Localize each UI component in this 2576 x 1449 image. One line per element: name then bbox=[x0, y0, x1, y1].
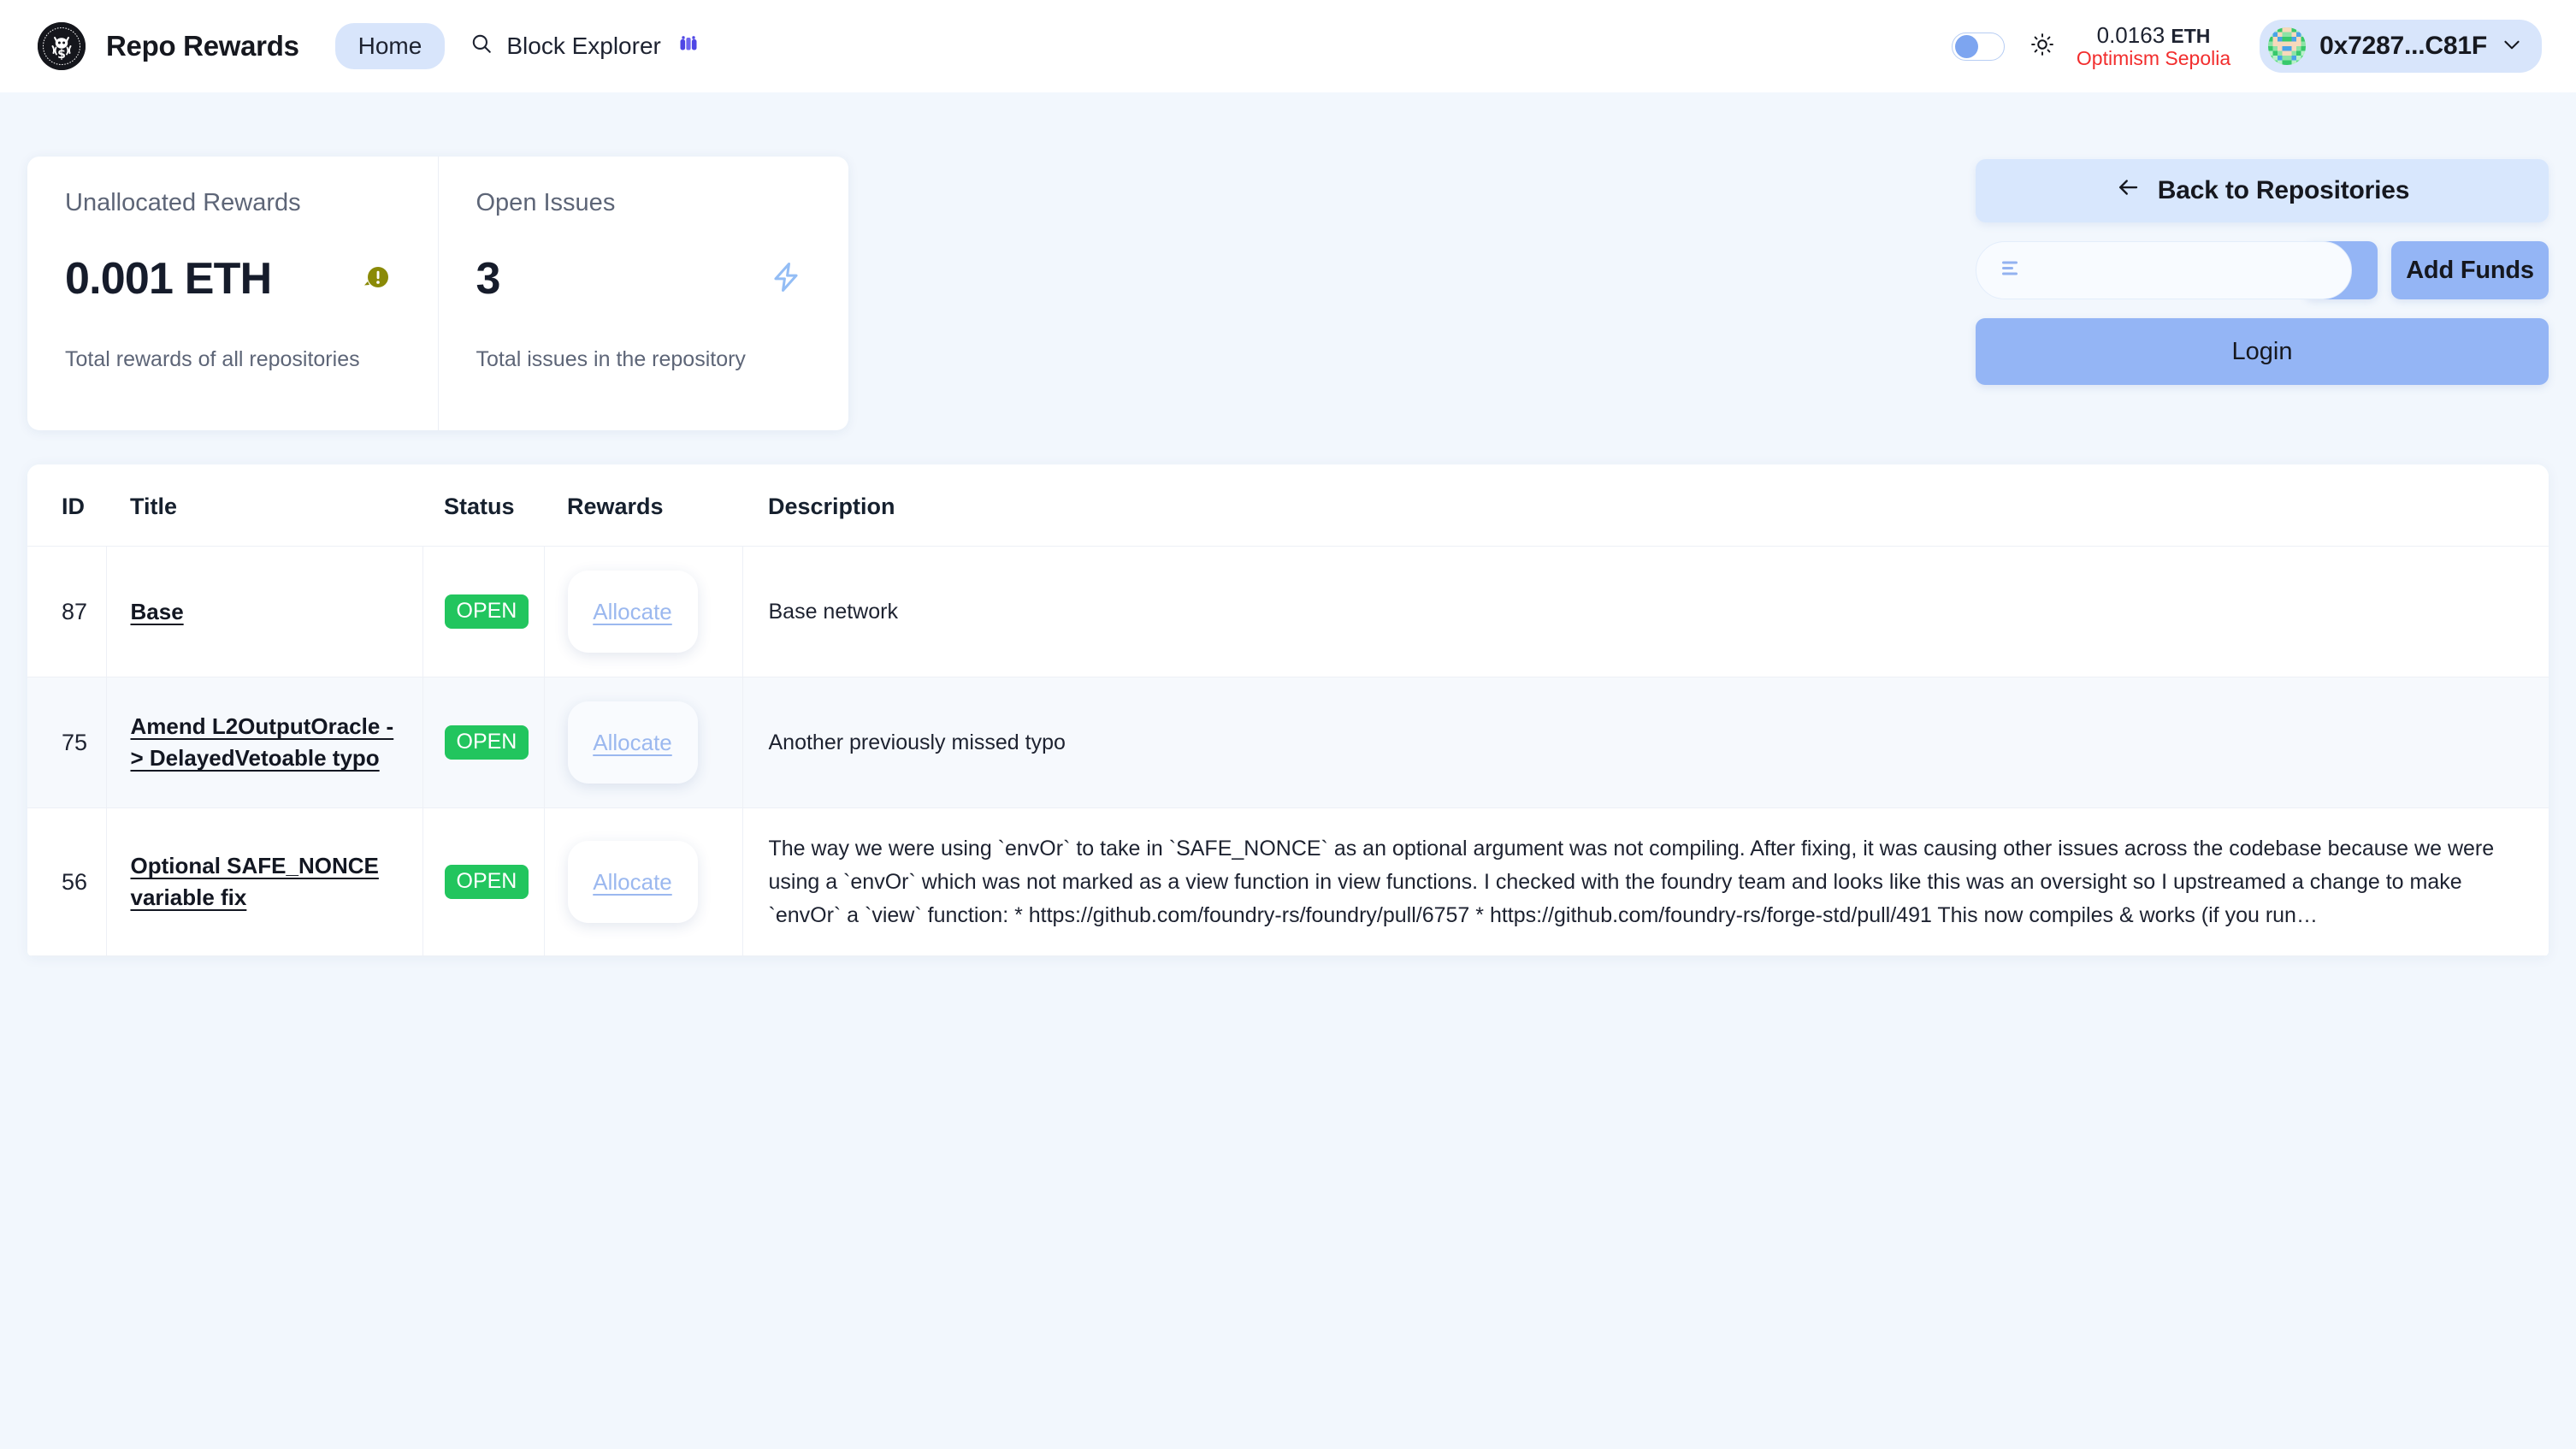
cell-status: OPEN bbox=[422, 677, 545, 808]
theme-toggle[interactable] bbox=[1951, 32, 2005, 61]
stat-open-issues: Open Issues 3 Total issues in the reposi… bbox=[437, 157, 849, 430]
cell-id: 75 bbox=[27, 677, 107, 808]
cell-title: Amend L2OutputOracle -> DelayedVetoable … bbox=[106, 677, 423, 808]
nav-item-block-explorer-label: Block Explorer bbox=[506, 33, 661, 59]
stat-value-row: 3 bbox=[476, 253, 812, 305]
app-header: $ Repo Rewards Home Block Explorer 0.016… bbox=[0, 0, 2576, 92]
balance-amount: 0.0163 bbox=[2096, 21, 2165, 48]
action-panel: Back to Repositories Add Funds Login bbox=[1976, 157, 2549, 385]
login-button[interactable]: Login bbox=[1976, 318, 2549, 385]
network-name: Optimism Sepolia bbox=[2076, 46, 2231, 69]
stat-label: Unallocated Rewards bbox=[65, 189, 301, 216]
balance-unit: ETH bbox=[2171, 24, 2211, 47]
alert-circle-icon bbox=[363, 263, 392, 296]
cell-title: Base bbox=[106, 546, 423, 677]
stats-card: Unallocated Rewards 0.001 ETH Total rewa… bbox=[27, 157, 848, 430]
cell-title: Optional SAFE_NONCE variable fix bbox=[106, 807, 423, 956]
allocate-button[interactable]: Allocate bbox=[567, 571, 698, 653]
column-header-rewards: Rewards bbox=[544, 464, 742, 547]
stat-unallocated-rewards: Unallocated Rewards 0.001 ETH Total rewa… bbox=[27, 157, 438, 430]
chevron-down-icon bbox=[2501, 33, 2523, 60]
cell-id: 56 bbox=[27, 807, 107, 956]
table-header-row: ID Title Status Rewards Description bbox=[27, 464, 2549, 547]
column-header-id: ID bbox=[27, 464, 106, 547]
binoculars-icon bbox=[678, 33, 699, 60]
allocate-button[interactable]: Allocate bbox=[567, 701, 698, 784]
issues-table: ID Title Status Rewards Description 87 B… bbox=[27, 464, 2549, 957]
issue-title-link[interactable]: Amend L2OutputOracle -> DelayedVetoable … bbox=[131, 713, 394, 771]
account-address: 0x7287...C81F bbox=[2319, 32, 2487, 60]
add-funds-button[interactable]: Add Funds bbox=[2391, 241, 2549, 299]
brand-title: Repo Rewards bbox=[106, 30, 299, 62]
column-header-description: Description bbox=[742, 464, 2549, 547]
identicon-avatar bbox=[2268, 27, 2307, 65]
amount-input-field[interactable] bbox=[2006, 257, 2351, 284]
allocate-button-label: Allocate bbox=[593, 598, 672, 624]
cell-description: The way we were using `envOr` to take in… bbox=[768, 837, 2495, 927]
theme-toggle-knob bbox=[1954, 34, 1978, 58]
cell-description: Another previously missed typo bbox=[768, 730, 1066, 754]
nav-item-block-explorer[interactable]: Block Explorer bbox=[453, 21, 716, 72]
table-row: 87 Base OPEN Allocate Base network bbox=[27, 546, 2549, 677]
balance-amount-row: 0.0163 ETH bbox=[2096, 21, 2211, 48]
column-header-status: Status bbox=[422, 464, 544, 547]
allocate-button-label: Allocate bbox=[593, 868, 672, 895]
status-badge: OPEN bbox=[444, 725, 529, 760]
arrow-left-icon bbox=[2115, 174, 2141, 207]
add-funds-row: Add Funds bbox=[1976, 241, 2549, 299]
sun-icon[interactable] bbox=[2030, 33, 2054, 61]
column-header-title: Title bbox=[106, 464, 422, 547]
brand[interactable]: $ Repo Rewards bbox=[38, 22, 299, 70]
table-row: 56 Optional SAFE_NONCE variable fix OPEN… bbox=[27, 807, 2549, 956]
repo-rewards-octocat-logo: $ bbox=[38, 22, 86, 70]
cell-rewards: Allocate bbox=[544, 546, 743, 677]
cell-id: 87 bbox=[27, 546, 107, 677]
stat-value-row: 0.001 ETH bbox=[65, 253, 400, 305]
status-badge: OPEN bbox=[444, 594, 529, 629]
table-row: 75 Amend L2OutputOracle -> DelayedVetoab… bbox=[27, 677, 2549, 808]
issue-title-link[interactable]: Optional SAFE_NONCE variable fix bbox=[131, 853, 379, 910]
header-right: 0.0163 ETH Optimism Sepolia 0x7287...C81… bbox=[1951, 20, 2542, 73]
nav-item-home[interactable]: Home bbox=[334, 23, 446, 69]
allocate-button[interactable]: Allocate bbox=[567, 841, 698, 924]
stat-label: Open Issues bbox=[476, 189, 616, 216]
cell-rewards: Allocate bbox=[544, 807, 743, 956]
stat-sub: Total rewards of all repositories bbox=[65, 347, 360, 371]
svg-text:$: $ bbox=[57, 48, 66, 62]
main-nav: Home Block Explorer bbox=[334, 21, 716, 72]
amount-input[interactable] bbox=[1976, 241, 2352, 299]
cell-rewards: Allocate bbox=[544, 677, 743, 808]
page-content: Unallocated Rewards 0.001 ETH Total rewa… bbox=[0, 92, 2576, 957]
cell-description: Base network bbox=[768, 599, 898, 624]
account-menu[interactable]: 0x7287...C81F bbox=[2260, 20, 2542, 73]
stat-value: 0.001 ETH bbox=[65, 254, 272, 304]
issue-title-link[interactable]: Base bbox=[131, 599, 184, 624]
status-badge: OPEN bbox=[444, 865, 529, 900]
wallet-balance: 0.0163 ETH Optimism Sepolia bbox=[2076, 21, 2231, 70]
cell-status: OPEN bbox=[422, 807, 545, 956]
lightning-bolt-icon bbox=[770, 261, 802, 298]
stat-value: 3 bbox=[476, 254, 501, 304]
back-to-repositories-button[interactable]: Back to Repositories bbox=[1976, 159, 2549, 222]
summary-row: Unallocated Rewards 0.001 ETH Total rewa… bbox=[27, 92, 2549, 430]
back-to-repositories-label: Back to Repositories bbox=[2157, 176, 2410, 204]
stat-sub: Total issues in the repository bbox=[476, 347, 746, 371]
search-icon bbox=[470, 33, 493, 61]
menu-lines-icon bbox=[2002, 261, 2021, 281]
allocate-button-label: Allocate bbox=[593, 729, 672, 755]
cell-status: OPEN bbox=[422, 546, 545, 677]
